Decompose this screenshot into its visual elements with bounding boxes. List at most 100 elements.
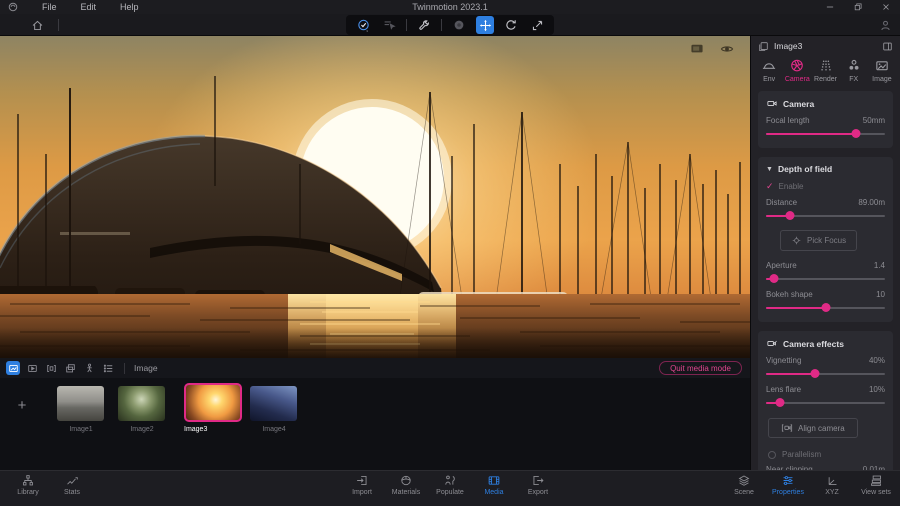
vignetting-value: 40% — [869, 356, 885, 365]
dock-view-sets[interactable]: View sets — [858, 474, 894, 496]
pick-focus-label: Pick Focus — [807, 236, 846, 245]
menu-help[interactable]: Help — [120, 2, 139, 12]
viewport-scene — [0, 36, 750, 358]
distance-label: Distance — [766, 198, 797, 207]
wrench-icon — [418, 19, 431, 32]
main-toolbar — [0, 14, 900, 36]
thumbnail-label: Image2 — [112, 426, 172, 433]
bokeh-shape-slider[interactable] — [766, 302, 885, 313]
distance-slider[interactable] — [766, 210, 885, 221]
tab-camera[interactable]: Camera — [783, 58, 811, 83]
video-mode-button[interactable] — [25, 361, 39, 375]
tab-render[interactable]: Render — [811, 58, 839, 83]
menu-edit[interactable]: Edit — [81, 2, 97, 12]
image-mode-button[interactable] — [6, 361, 20, 375]
water — [0, 294, 750, 358]
focal-length-slider[interactable] — [766, 128, 885, 139]
dock-xyz[interactable]: XYZ — [814, 474, 850, 496]
gizmo-mode-button[interactable] — [450, 16, 468, 34]
toolbar-divider — [406, 19, 407, 31]
distance-value: 89.00m — [858, 198, 885, 207]
twinmotion-logo-icon — [8, 2, 18, 12]
vignetting-slider[interactable] — [766, 368, 885, 379]
camera-effects-title: Camera effects — [783, 339, 844, 349]
library-icon — [21, 474, 35, 487]
presentation-mode-icon — [65, 363, 76, 374]
aperture-value: 1.4 — [874, 261, 885, 270]
phasing-mode-button[interactable] — [101, 361, 115, 375]
tab-fx[interactable]: FX — [840, 58, 868, 83]
focal-length-value: 50mm — [863, 116, 885, 125]
restore-icon — [853, 2, 863, 12]
panorama-mode-button[interactable] — [44, 361, 58, 375]
minimize-button[interactable] — [824, 1, 836, 13]
dock-properties[interactable]: Properties — [770, 474, 806, 496]
media-mode-toolbar: Image Quit media mode — [0, 358, 750, 378]
open-scene-button[interactable] — [354, 16, 372, 34]
move-tool-button[interactable] — [476, 16, 494, 34]
restore-button[interactable] — [852, 1, 864, 13]
align-camera-label: Align camera — [798, 424, 845, 433]
thumbnail-image1[interactable] — [57, 386, 104, 421]
gizmo-sphere-icon — [452, 18, 466, 32]
panel-toggle-icon[interactable] — [882, 41, 893, 52]
dock-label: Export — [528, 489, 548, 496]
add-media-button[interactable]: + — [13, 396, 31, 414]
scale-tool-button[interactable] — [528, 16, 546, 34]
dock-library[interactable]: Library — [10, 474, 46, 496]
dof-enable-checkbox[interactable]: ✓ Enable — [766, 181, 885, 192]
import-icon — [355, 474, 369, 487]
tools-button[interactable] — [415, 16, 433, 34]
viewport-monitor-icon[interactable] — [690, 43, 704, 55]
dock-export[interactable]: Export — [520, 474, 556, 496]
dock-scene[interactable]: Scene — [726, 474, 762, 496]
home-button[interactable] — [28, 16, 46, 34]
thumbnail-label: Image1 — [51, 426, 111, 433]
vr-mode-button[interactable] — [82, 361, 96, 375]
presentation-mode-button[interactable] — [63, 361, 77, 375]
crosshair-icon — [791, 235, 802, 246]
dock-populate[interactable]: Populate — [432, 474, 468, 496]
dock-import[interactable]: Import — [344, 474, 380, 496]
camera-effects-icon — [766, 338, 778, 349]
pick-focus-button[interactable]: Pick Focus — [780, 230, 857, 251]
viewport[interactable] — [0, 36, 750, 358]
image-tab-icon — [874, 58, 890, 73]
aperture-slider[interactable] — [766, 273, 885, 284]
thumbnail-image2[interactable] — [118, 386, 165, 421]
select-list-icon — [382, 18, 396, 32]
thumbnail-image4[interactable] — [250, 386, 297, 421]
bottom-dock: Library Stats Import Materials Populate — [0, 470, 900, 506]
dock-label: Populate — [436, 489, 464, 496]
stats-icon — [65, 474, 79, 487]
tab-env[interactable]: Env — [755, 58, 783, 83]
close-icon — [881, 2, 891, 12]
quit-media-mode-button[interactable]: Quit media mode — [659, 361, 742, 375]
xyz-axes-icon — [825, 474, 839, 487]
rotate-tool-button[interactable] — [502, 16, 520, 34]
tab-label: Render — [814, 76, 837, 83]
parallelism-toggle[interactable]: Parallelism — [768, 450, 885, 459]
select-objects-button[interactable] — [380, 16, 398, 34]
window-title: Twinmotion 2023.1 — [412, 2, 488, 12]
tab-image[interactable]: Image — [868, 58, 896, 83]
user-account-icon[interactable] — [879, 19, 892, 32]
media-mode-label: Image — [134, 363, 158, 373]
close-button[interactable] — [880, 1, 892, 13]
menu-file[interactable]: File — [42, 2, 57, 12]
dock-materials[interactable]: Materials — [388, 474, 424, 496]
thumbnail-image3-selected[interactable] — [184, 383, 242, 422]
lens-flare-slider[interactable] — [766, 397, 885, 408]
viewport-eye-icon[interactable] — [720, 43, 734, 55]
dock-label: Stats — [64, 489, 80, 496]
tab-label: Camera — [785, 76, 810, 83]
fx-circles-icon — [846, 58, 862, 73]
dock-stats[interactable]: Stats — [54, 474, 90, 496]
align-camera-button[interactable]: Align camera — [768, 418, 858, 438]
materials-icon — [399, 474, 413, 487]
depth-of-field-section: ▼ Depth of field ✓ Enable Distance 89.00… — [758, 157, 893, 322]
toolbar-divider — [58, 19, 59, 31]
render-dots-icon — [818, 58, 834, 73]
dock-media[interactable]: Media — [476, 474, 512, 496]
collapse-arrow-icon[interactable]: ▼ — [766, 166, 773, 173]
